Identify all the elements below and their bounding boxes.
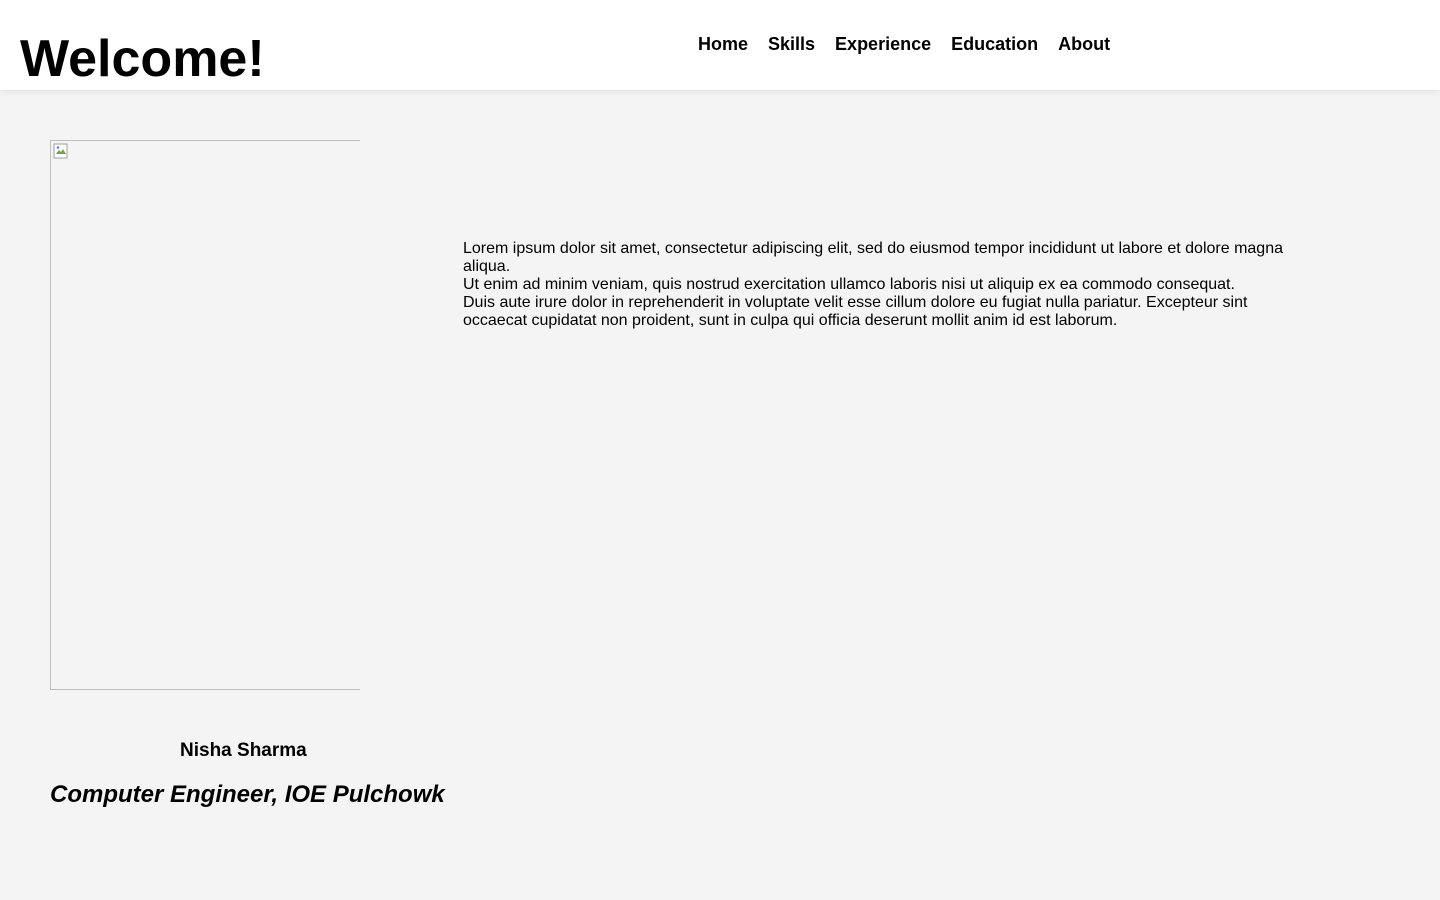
bio-paragraph: Ut enim ad minim veniam, quis nostrud ex… [463,276,1235,293]
bio-paragraph: Lorem ipsum dolor sit amet, consectetur … [463,240,1283,275]
nav-link-education[interactable]: Education [941,33,1048,55]
profile-photo [50,140,360,690]
bio-paragraph: Duis aute irure dolor in reprehenderit i… [463,294,1248,329]
nav-link-experience[interactable]: Experience [825,33,941,55]
main-nav: Home Skills Experience Education About [688,33,1120,55]
bio-text: Lorem ipsum dolor sit amet, consectetur … [463,240,1293,330]
broken-image-icon [53,143,68,159]
site-header: Welcome! Home Skills Experience Educatio… [0,0,1440,90]
nav-link-skills[interactable]: Skills [758,33,825,55]
profile-role: Computer Engineer, IOE Pulchowk [50,781,445,808]
profile-name: Nisha Sharma [180,740,307,761]
nav-link-home[interactable]: Home [688,33,758,55]
nav-link-about[interactable]: About [1048,33,1120,55]
page-title: Welcome! [20,30,265,88]
